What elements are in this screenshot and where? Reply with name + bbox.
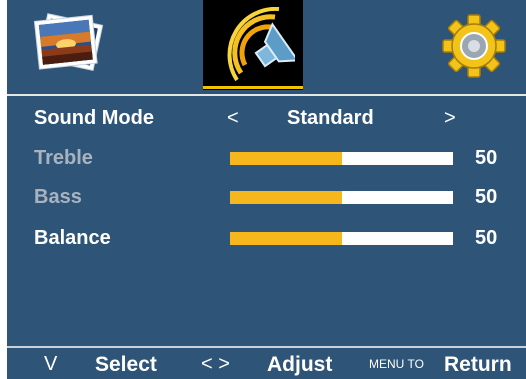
bass-slider-fill (230, 191, 342, 204)
bass-label: Bass (34, 186, 82, 208)
select-hint: Select (95, 353, 157, 376)
sound-mode-value: Standard (287, 107, 374, 129)
osd-menu: Sound Mode < Standard > Treble 50 Bass 5… (7, 0, 526, 379)
balance-row[interactable]: Balance 50 (7, 223, 526, 253)
tab-setup[interactable] (303, 0, 526, 90)
treble-slider[interactable] (230, 152, 453, 165)
bass-slider[interactable] (230, 191, 453, 204)
footer-hint-bar: V Select < > Adjust MENU TO Return (7, 348, 526, 379)
header-divider (7, 94, 526, 96)
treble-row[interactable]: Treble 50 (7, 143, 526, 173)
down-symbol: V (44, 353, 58, 375)
balance-slider[interactable] (230, 232, 453, 245)
balance-value: 50 (475, 227, 498, 249)
balance-label: Balance (34, 227, 111, 249)
tab-bar (7, 0, 526, 90)
tab-sound[interactable] (203, 0, 303, 90)
active-tab-indicator (203, 86, 303, 89)
return-hint: Return (444, 353, 512, 376)
bass-value: 50 (475, 186, 498, 208)
setup-gear-icon (442, 14, 506, 78)
balance-slider-fill (230, 232, 342, 245)
bass-row[interactable]: Bass 50 (7, 182, 526, 212)
sound-mode-left-arrow[interactable]: < (227, 103, 239, 133)
adjust-hint: Adjust (267, 353, 333, 376)
sound-mode-label: Sound Mode (34, 107, 154, 129)
picture-icon (33, 13, 104, 71)
sound-mode-right-arrow[interactable]: > (444, 103, 456, 133)
tab-picture[interactable] (7, 0, 203, 90)
treble-label: Treble (34, 147, 93, 169)
sound-icon (227, 7, 295, 82)
treble-slider-fill (230, 152, 342, 165)
menu-to-hint: MENU TO (369, 357, 424, 371)
adjust-symbols: < > (201, 353, 230, 375)
sound-mode-row[interactable]: Sound Mode < Standard > (7, 103, 526, 133)
treble-value: 50 (475, 147, 498, 169)
